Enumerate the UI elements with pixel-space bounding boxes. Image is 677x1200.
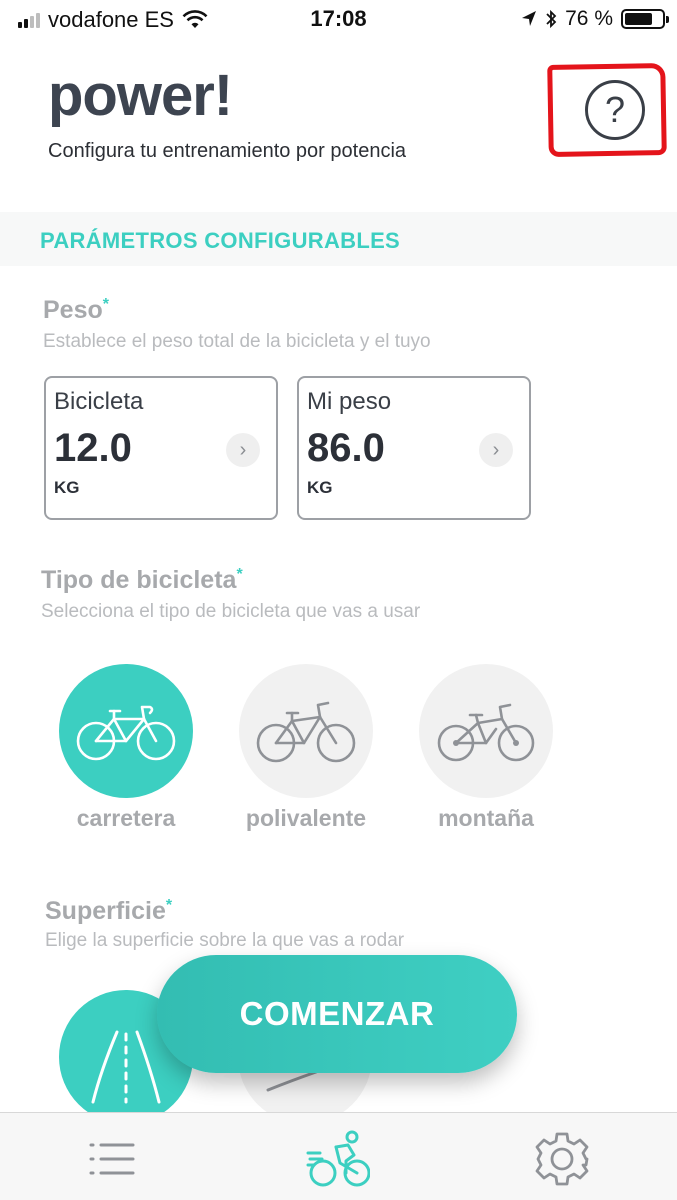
card-caption: Mi peso <box>307 388 392 415</box>
bike-weight-card[interactable]: Bicicleta 12.0 KG › <box>44 376 278 520</box>
bike-type-hint: Selecciona el tipo de bicicleta que vas … <box>41 601 421 622</box>
required-mark: * <box>165 897 173 914</box>
card-value: 86.0 <box>307 426 385 470</box>
weight-label: Peso* <box>43 296 109 325</box>
weight-hint: Establece el peso total de la bicicleta … <box>43 331 431 352</box>
rider-weight-card[interactable]: Mi peso 86.0 KG › <box>297 376 531 520</box>
chevron-right-icon[interactable]: › <box>479 433 513 467</box>
tab-training[interactable] <box>298 1127 378 1191</box>
surface-label: Superficie* <box>45 897 172 926</box>
battery-percent: 76 % <box>565 7 613 30</box>
mountain-bike-icon <box>437 703 535 762</box>
bluetooth-icon <box>546 9 557 29</box>
bike-option-label: carretera <box>76 805 176 831</box>
bike-type-label: Tipo de bicicleta* <box>41 566 243 595</box>
bike-type-label-text: Tipo de bicicleta <box>41 566 237 594</box>
card-unit: KG <box>54 478 80 497</box>
bike-option-road[interactable] <box>59 664 193 798</box>
battery-icon <box>621 9 669 29</box>
status-right: 76 % <box>521 7 669 31</box>
bike-option-label: polivalente <box>245 805 367 831</box>
start-button[interactable]: COMENZAR <box>157 955 517 1073</box>
location-arrow-icon <box>522 11 537 26</box>
tab-list[interactable] <box>72 1127 152 1191</box>
bike-option-mountain[interactable] <box>419 664 553 798</box>
card-unit: KG <box>307 478 333 497</box>
bike-option-label: montaña <box>438 805 534 831</box>
card-value: 12.0 <box>54 426 132 470</box>
bike-option-hybrid[interactable] <box>239 664 373 798</box>
list-icon <box>89 1143 135 1175</box>
chevron-right-icon[interactable]: › <box>226 433 260 467</box>
gear-icon <box>535 1132 589 1186</box>
surface-hint: Elige la superficie sobre la que vas a r… <box>45 930 405 951</box>
road-bike-icon <box>76 705 176 761</box>
required-mark: * <box>236 566 243 583</box>
page-title: power! <box>48 63 233 128</box>
required-mark: * <box>102 296 109 313</box>
page-subtitle: Configura tu entrenamiento por potencia <box>48 140 407 162</box>
help-button[interactable]: ? <box>585 80 645 140</box>
surface-label-text: Superficie <box>45 897 166 925</box>
question-icon: ? <box>604 89 626 130</box>
section-title: PARÁMETROS CONFIGURABLES <box>40 228 401 253</box>
weight-label-text: Peso <box>43 296 103 324</box>
tab-settings[interactable] <box>522 1127 602 1191</box>
card-caption: Bicicleta <box>54 388 144 415</box>
cyclist-icon <box>306 1130 370 1187</box>
status-bar: vodafone ES 17:08 76 % <box>0 0 677 38</box>
hybrid-bike-icon <box>256 701 356 763</box>
battery-fill <box>625 13 653 25</box>
tab-bar <box>0 1112 677 1200</box>
